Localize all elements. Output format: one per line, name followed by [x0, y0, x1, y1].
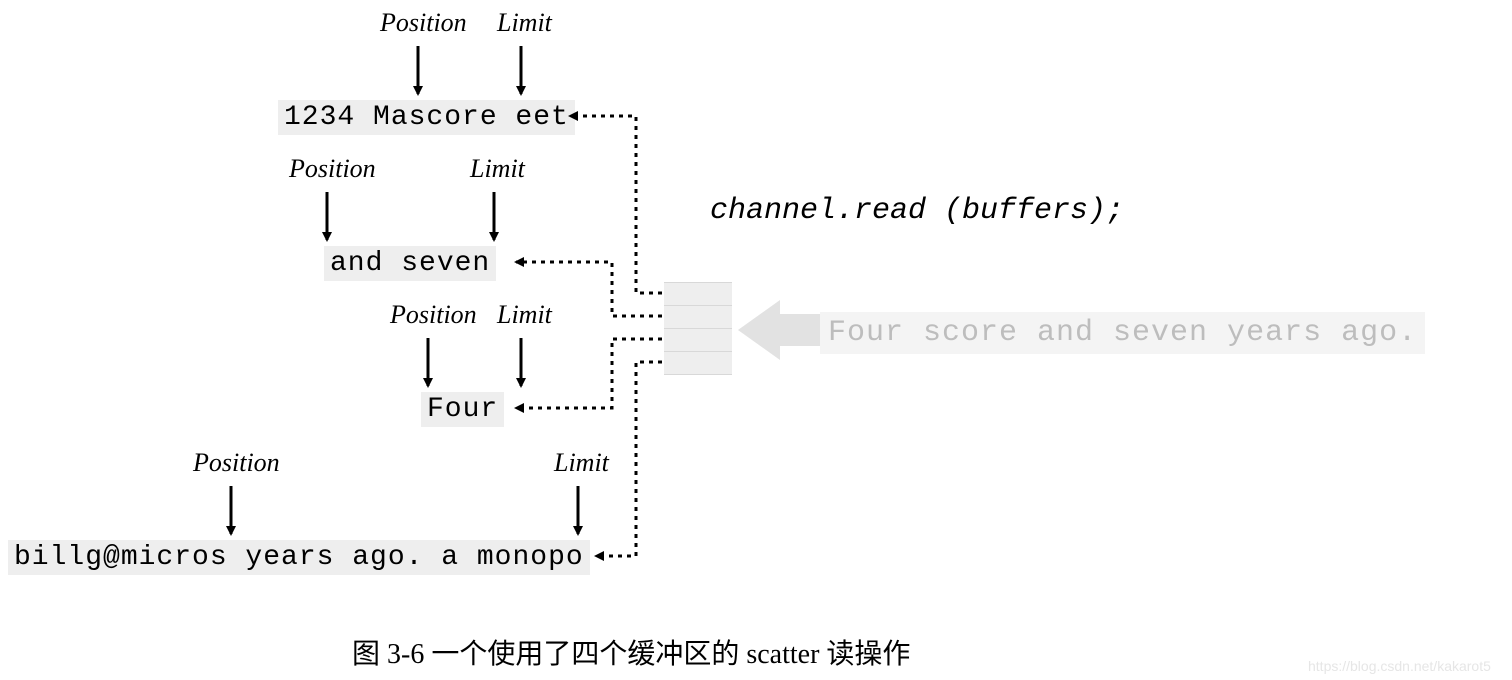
input-stream-text: Four score and seven years ago.	[820, 312, 1425, 354]
buffer-1: 1234 Mascore eet	[278, 100, 575, 135]
watermark: https://blog.csdn.net/kakarot5	[1308, 658, 1491, 674]
position-label-2: Position	[289, 154, 376, 184]
array-slot-3	[664, 351, 732, 375]
position-label-1: Position	[380, 8, 467, 38]
buffer-2: and seven	[324, 246, 496, 281]
array-slot-2	[664, 328, 732, 352]
position-label-3: Position	[390, 300, 477, 330]
position-label-4: Position	[193, 448, 280, 478]
figure-caption: 图 3-6 一个使用了四个缓冲区的 scatter 读操作	[352, 632, 910, 672]
limit-label-4: Limit	[554, 448, 609, 478]
buffer-3: Four	[421, 392, 504, 427]
array-slot-0	[664, 282, 732, 306]
limit-label-2: Limit	[470, 154, 525, 184]
limit-label-3: Limit	[497, 300, 552, 330]
code-line: channel.read (buffers);	[710, 194, 1124, 228]
diagram-stage: Position Limit 1234 Mascore eet Position…	[0, 0, 1512, 680]
limit-label-1: Limit	[497, 8, 552, 38]
array-slot-1	[664, 305, 732, 329]
buffer-4: billg@micros years ago. a monopo	[8, 540, 590, 575]
